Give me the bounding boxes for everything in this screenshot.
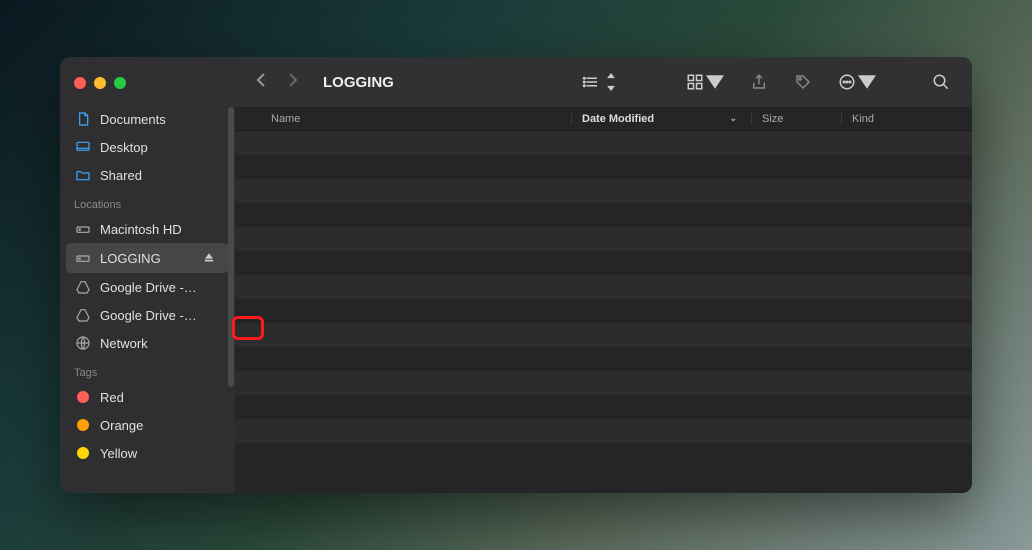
table-row[interactable]: [235, 347, 972, 371]
column-date-modified[interactable]: Date Modified ⌄: [572, 113, 752, 125]
sidebar-item-label: Orange: [100, 418, 225, 433]
sidebar-tag-orange[interactable]: Orange: [60, 411, 235, 439]
sidebar-item-label: Desktop: [100, 140, 225, 155]
sidebar-item-google-drive-2[interactable]: Google Drive -…: [60, 301, 235, 329]
forward-button[interactable]: [287, 71, 299, 94]
sidebar-item-label: Macintosh HD: [100, 222, 225, 237]
table-row[interactable]: [235, 131, 972, 155]
table-row[interactable]: [235, 227, 972, 251]
column-size[interactable]: Size: [752, 113, 842, 125]
sidebar-item-shared[interactable]: Shared: [60, 161, 235, 189]
share-button[interactable]: [742, 69, 776, 95]
window-title: LOGGING: [323, 74, 394, 91]
table-row[interactable]: [235, 395, 972, 419]
sidebar-item-label: Google Drive -…: [100, 308, 225, 323]
sidebar-item-label: Documents: [100, 112, 225, 127]
tag-dot-icon: [74, 416, 92, 434]
sidebar-tag-red[interactable]: Red: [60, 383, 235, 411]
document-icon: [74, 110, 92, 128]
column-headers: Name Date Modified ⌄ Size Kind: [235, 107, 972, 131]
table-row[interactable]: [235, 275, 972, 299]
window-controls: [60, 67, 235, 105]
tag-dot-icon: [74, 444, 92, 462]
sidebar-item-desktop[interactable]: Desktop: [60, 133, 235, 161]
group-button[interactable]: [678, 69, 732, 95]
sidebar-item-label: Yellow: [100, 446, 225, 461]
search-button[interactable]: [924, 69, 958, 95]
network-icon: [74, 334, 92, 352]
sidebar: Documents Desktop Shared Locations Maci: [60, 57, 235, 493]
hdd-icon: [74, 249, 92, 267]
sort-indicator-icon: ⌄: [729, 113, 737, 124]
table-row[interactable]: [235, 155, 972, 179]
sidebar-item-network[interactable]: Network: [60, 329, 235, 357]
sidebar-item-label: LOGGING: [100, 251, 191, 266]
column-kind[interactable]: Kind: [842, 113, 972, 125]
table-row[interactable]: [235, 371, 972, 395]
sidebar-tag-yellow[interactable]: Yellow: [60, 439, 235, 467]
sidebar-item-macintosh-hd[interactable]: Macintosh HD: [60, 215, 235, 243]
sidebar-item-documents[interactable]: Documents: [60, 105, 235, 133]
sidebar-item-label: Shared: [100, 168, 225, 183]
sidebar-item-label: Red: [100, 390, 225, 405]
fullscreen-window-button[interactable]: [114, 77, 126, 89]
minimize-window-button[interactable]: [94, 77, 106, 89]
toolbar: LOGGING: [235, 57, 972, 107]
sidebar-section-tags: Tags: [60, 357, 235, 383]
table-row[interactable]: [235, 419, 972, 443]
desktop-icon: [74, 138, 92, 156]
gdrive-icon: [74, 306, 92, 324]
sidebar-item-google-drive-1[interactable]: Google Drive -…: [60, 273, 235, 301]
sidebar-section-locations: Locations: [60, 189, 235, 215]
main-pane: LOGGING: [235, 57, 972, 493]
hdd-icon: [74, 220, 92, 238]
eject-icon[interactable]: [199, 248, 219, 268]
action-menu-button[interactable]: [830, 69, 884, 95]
sidebar-content: Documents Desktop Shared Locations Maci: [60, 105, 235, 493]
tag-button[interactable]: [786, 69, 820, 95]
sidebar-item-label: Network: [100, 336, 225, 351]
table-row[interactable]: [235, 299, 972, 323]
column-name[interactable]: Name: [235, 113, 572, 125]
table-row[interactable]: [235, 443, 972, 467]
nav-arrows: [255, 71, 299, 94]
folder-icon: [74, 166, 92, 184]
view-mode-button[interactable]: [574, 69, 628, 95]
table-row[interactable]: [235, 323, 972, 347]
tag-dot-icon: [74, 388, 92, 406]
sidebar-item-label: Google Drive -…: [100, 280, 225, 295]
finder-window: Documents Desktop Shared Locations Maci: [60, 57, 972, 493]
sidebar-scrollbar[interactable]: [228, 107, 234, 387]
table-row[interactable]: [235, 251, 972, 275]
gdrive-icon: [74, 278, 92, 296]
back-button[interactable]: [255, 71, 267, 94]
file-list[interactable]: [235, 131, 972, 493]
sidebar-item-logging[interactable]: LOGGING: [66, 243, 229, 273]
table-row[interactable]: [235, 179, 972, 203]
table-row[interactable]: [235, 203, 972, 227]
close-window-button[interactable]: [74, 77, 86, 89]
